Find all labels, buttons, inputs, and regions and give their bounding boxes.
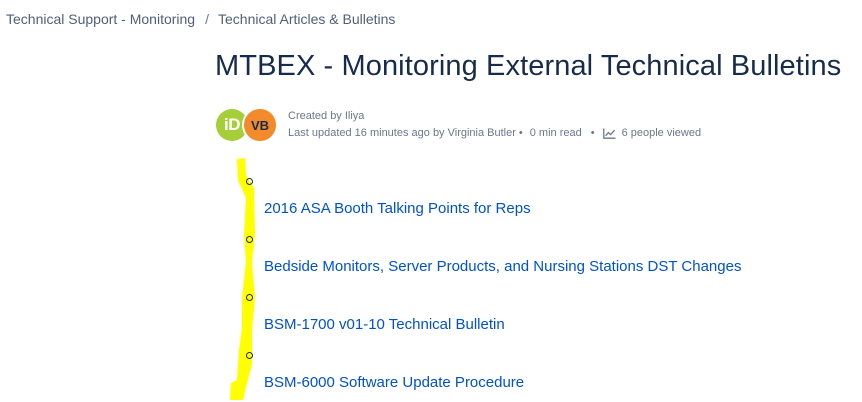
list-bullet — [246, 178, 253, 185]
last-updated-text[interactable]: Last updated 16 minutes ago by Virginia … — [288, 125, 516, 142]
bulletin-link-asa-booth[interactable]: 2016 ASA Booth Talking Points for Reps — [264, 200, 531, 217]
breadcrumb-item-technical-articles[interactable]: Technical Articles & Bulletins — [218, 11, 395, 27]
breadcrumb-item-technical-support-monitoring[interactable]: Technical Support - Monitoring — [6, 11, 195, 27]
breadcrumb: Technical Support - Monitoring / Technic… — [6, 11, 395, 27]
created-by-text: Created by Iliya — [288, 110, 365, 122]
meta-separator-dot: • — [590, 127, 595, 139]
bulletin-link-bsm-6000[interactable]: BSM-6000 Software Update Procedure — [264, 374, 524, 391]
people-viewed-text[interactable]: 6 people viewed — [622, 125, 702, 142]
page-title: MTBEX - Monitoring External Technical Bu… — [215, 50, 842, 82]
avatar-last-editor[interactable]: VB — [242, 107, 278, 143]
contributor-avatars[interactable]: iD VB — [216, 107, 278, 143]
analytics-chart-icon — [602, 128, 616, 139]
bulletin-link-dst-changes[interactable]: Bedside Monitors, Server Products, and N… — [264, 258, 741, 275]
last-updated-row: Last updated 16 minutes ago by Virginia … — [288, 125, 701, 142]
breadcrumb-separator: / — [205, 11, 209, 27]
meta-separator-dot: • — [518, 127, 523, 139]
list-bullet — [246, 294, 253, 301]
created-by-row: Created by Iliya — [288, 108, 701, 125]
read-time-text: 0 min read — [529, 127, 582, 139]
bulletin-link-bsm-1700[interactable]: BSM-1700 v01-10 Technical Bulletin — [264, 316, 505, 333]
page-metadata: Created by Iliya Last updated 16 minutes… — [288, 108, 701, 142]
list-bullet — [246, 236, 253, 243]
list-bullet — [246, 352, 253, 359]
